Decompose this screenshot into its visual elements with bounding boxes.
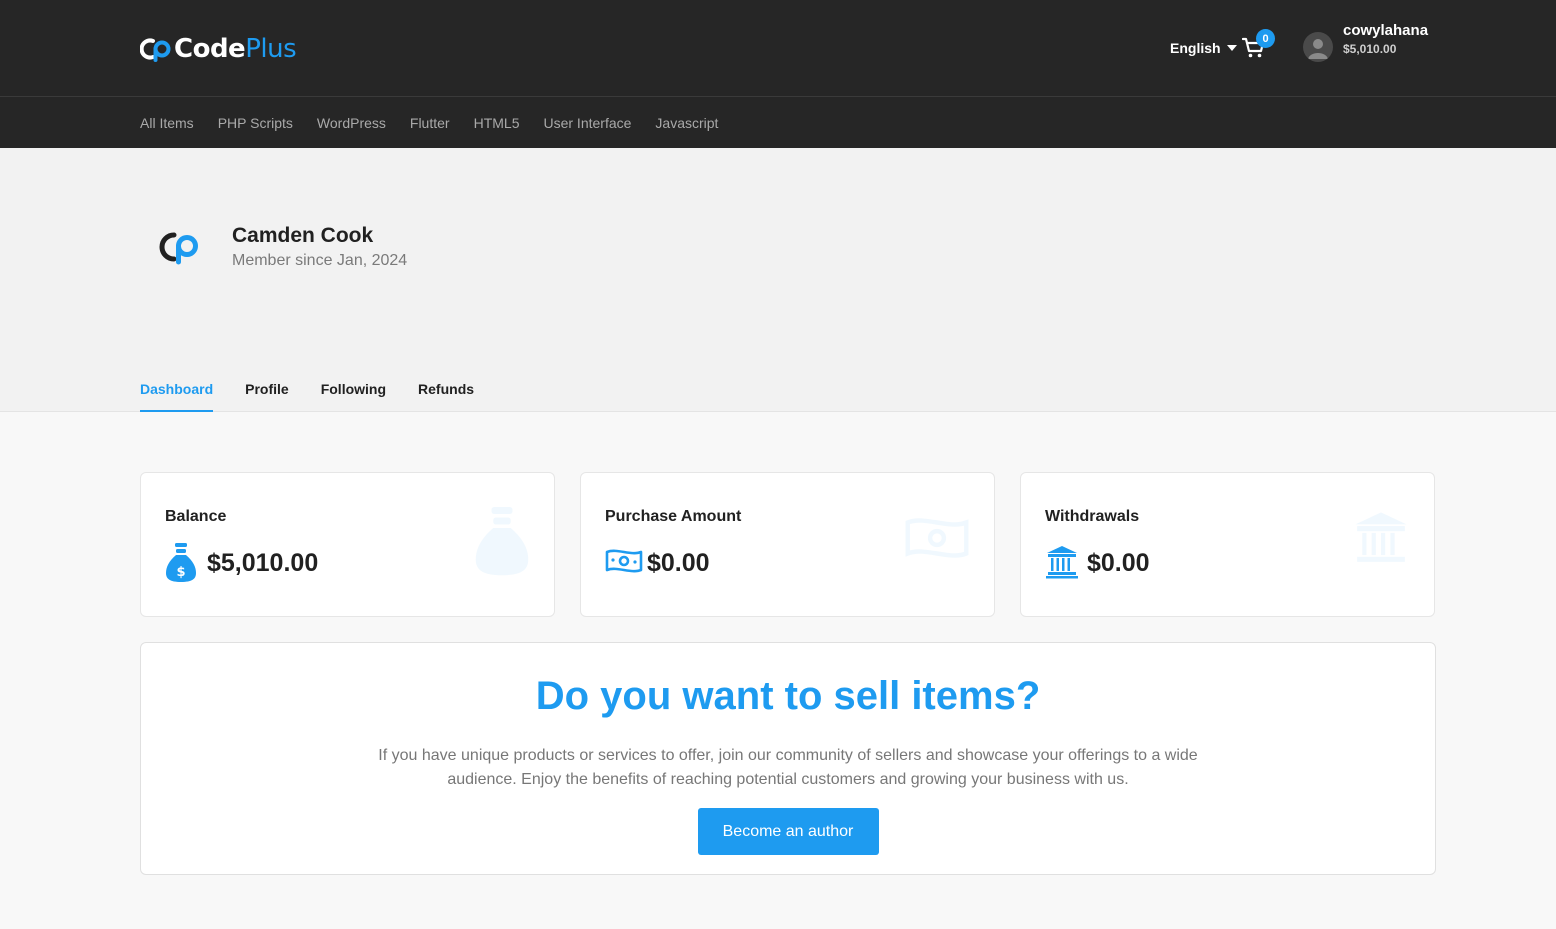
balance-card: Balance $ $5,010.00: [140, 472, 555, 617]
top-bar: CodePlus English 0 cowylahana $5,010.00: [0, 0, 1556, 97]
profile-header: Camden Cook Member since Jan, 2024 Dashb…: [0, 148, 1556, 412]
user-avatar-icon: [1308, 39, 1328, 59]
member-since: Member since Jan, 2024: [232, 252, 408, 269]
category-flutter[interactable]: Flutter: [410, 115, 450, 131]
svg-text:$: $: [176, 565, 185, 580]
category-all-items[interactable]: All Items: [140, 115, 194, 131]
withdrawals-value: $0.00: [1087, 549, 1150, 577]
logo-text: CodePlus: [174, 33, 297, 65]
codeplus-logo-icon: [140, 38, 171, 62]
become-author-panel: Do you want to sell items? If you have u…: [140, 642, 1436, 875]
cart-count-badge: 0: [1256, 29, 1275, 48]
chevron-down-icon: [1226, 45, 1237, 51]
bank-watermark-icon: [1355, 512, 1407, 562]
user-menu[interactable]: cowylahana $5,010.00: [1303, 22, 1433, 62]
purchase-amount-value: $0.00: [647, 549, 710, 577]
category-html5[interactable]: HTML5: [474, 115, 520, 131]
logo-code: Code: [174, 34, 246, 64]
category-nav: All Items PHP Scripts WordPress Flutter …: [0, 97, 1556, 148]
card-title: Withdrawals: [1045, 508, 1140, 525]
money-bag-icon: $: [166, 543, 196, 582]
category-php-scripts[interactable]: PHP Scripts: [218, 115, 293, 131]
avatar: [1303, 32, 1333, 62]
profile-name: Camden Cook: [232, 224, 374, 247]
withdrawals-card: Withdrawals $0.00: [1020, 472, 1435, 617]
tab-following[interactable]: Following: [321, 370, 386, 412]
money-bag-watermark-icon: [475, 507, 529, 576]
stats-cards: Balance $ $5,010.00 Purchase Amount $0.0…: [140, 472, 1435, 617]
tab-profile[interactable]: Profile: [245, 370, 289, 412]
sell-title: Do you want to sell items?: [535, 674, 1041, 718]
card-title: Purchase Amount: [605, 508, 742, 525]
sell-description: If you have unique products or services …: [378, 747, 1198, 788]
category-wordpress[interactable]: WordPress: [317, 115, 386, 131]
balance-value: $5,010.00: [207, 549, 319, 577]
become-author-button[interactable]: Become an author: [697, 808, 879, 855]
profile-avatar-logo: [159, 232, 198, 265]
username: cowylahana: [1343, 22, 1429, 39]
tab-dashboard[interactable]: Dashboard: [140, 370, 214, 412]
purchase-amount-card: Purchase Amount $0.00: [580, 472, 995, 617]
cash-watermark-icon: [905, 518, 969, 558]
tab-refunds[interactable]: Refunds: [418, 370, 474, 412]
category-javascript[interactable]: Javascript: [655, 115, 718, 131]
card-title: Balance: [165, 508, 227, 525]
user-balance: $5,010.00: [1343, 42, 1397, 56]
profile-tabs: Dashboard Profile Following Refunds: [140, 370, 474, 412]
logo-plus: Plus: [245, 34, 297, 64]
category-user-interface[interactable]: User Interface: [543, 115, 631, 131]
cash-icon: [605, 549, 643, 573]
site-logo[interactable]: CodePlus: [140, 33, 297, 65]
bank-icon: [1046, 546, 1078, 579]
language-selector[interactable]: English: [1170, 40, 1237, 56]
language-label: English: [1170, 40, 1221, 56]
